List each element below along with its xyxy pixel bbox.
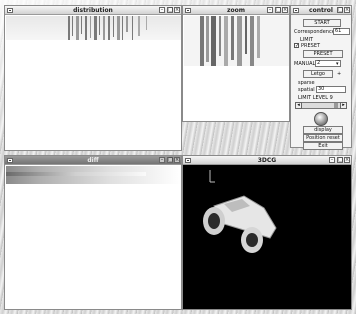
window-title: distribution <box>73 7 113 14</box>
slider-left-arrow-icon[interactable]: ◂ <box>295 102 302 109</box>
close-button[interactable]: × <box>344 157 350 163</box>
limit-level-label: LIMIT LEVEL 9 <box>298 95 333 101</box>
preset-checkbox[interactable]: ✓ <box>294 43 299 49</box>
window-title: diff <box>87 157 99 164</box>
letgo-button[interactable]: Letgo <box>303 70 333 78</box>
manual-label: MANUAL <box>294 61 316 67</box>
maximize-button[interactable]: □ <box>337 157 343 163</box>
limit-level-slider[interactable]: ◂ ▸ <box>295 102 347 109</box>
minimize-button[interactable]: – <box>329 157 335 163</box>
3dcg-titlebar[interactable]: 3DCG – □ × <box>183 156 351 165</box>
display-button[interactable]: display <box>303 126 343 134</box>
control-window: control □ × START Correspondence 61 LIMI… <box>290 5 352 150</box>
minimize-button[interactable]: – <box>159 157 165 163</box>
preset-check-label: PRESET <box>301 43 321 49</box>
window-title: 3DCG <box>257 157 277 164</box>
spatial-field[interactable]: 30 <box>316 86 346 93</box>
maximize-button[interactable]: □ <box>167 157 173 163</box>
start-button[interactable]: START <box>303 19 341 27</box>
close-button[interactable]: × <box>344 7 350 13</box>
3d-vehicle-render[interactable] <box>184 166 351 309</box>
minimize-button[interactable]: – <box>159 7 165 13</box>
distribution-plot <box>6 16 181 40</box>
plus-icon[interactable]: + <box>337 71 341 77</box>
zoom-titlebar[interactable]: zoom – □ × <box>183 6 289 15</box>
correspondence-field[interactable]: 61 <box>333 28 350 35</box>
minimize-button[interactable]: – <box>267 7 273 13</box>
close-button[interactable]: × <box>282 7 288 13</box>
preset-button[interactable]: PRESET <box>303 50 343 58</box>
zoom-plot <box>184 16 289 66</box>
control-titlebar[interactable]: control □ × <box>291 6 351 15</box>
chevron-down-icon[interactable]: ▾ <box>336 61 339 67</box>
spatial-label: spatial <box>298 87 315 93</box>
position-reset-button[interactable]: Position reset <box>303 134 343 142</box>
correspondence-label: Correspondence <box>294 29 335 35</box>
close-button[interactable]: × <box>174 157 180 163</box>
diff-window: diff – □ × <box>4 155 182 310</box>
3dcg-window: 3DCG – □ × <box>182 155 352 310</box>
slider-right-arrow-icon[interactable]: ▸ <box>340 102 347 109</box>
distribution-window: distribution – □ × <box>4 5 182 151</box>
maximize-button[interactable]: □ <box>167 7 173 13</box>
diff-titlebar[interactable]: diff – □ × <box>5 156 181 165</box>
maximize-button[interactable]: □ <box>337 7 343 13</box>
zoom-window: zoom – □ × <box>182 5 290 122</box>
diff-plot <box>6 166 181 184</box>
maximize-button[interactable]: □ <box>275 7 281 13</box>
sparse-label: sparse <box>298 80 315 86</box>
distribution-titlebar[interactable]: distribution – □ × <box>5 6 181 15</box>
close-button[interactable]: × <box>174 7 180 13</box>
slider-thumb[interactable] <box>334 103 338 108</box>
window-title: zoom <box>227 7 245 14</box>
display-icon[interactable] <box>314 112 328 126</box>
exit-button[interactable]: Exit <box>303 142 343 150</box>
